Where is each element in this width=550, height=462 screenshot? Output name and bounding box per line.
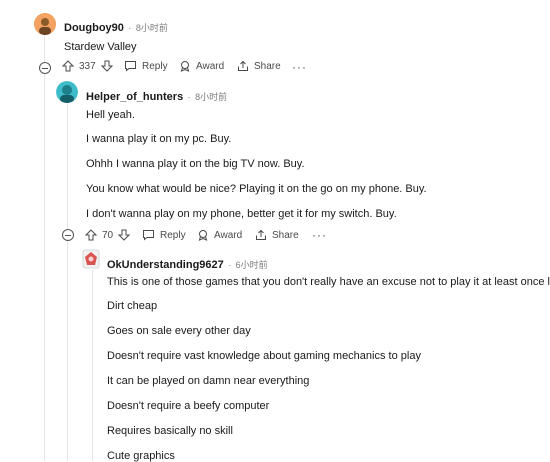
vote-controls: 70 [85,229,131,241]
collapse-thread-button[interactable] [62,229,74,241]
upvote-icon[interactable] [62,60,74,72]
comment-line: I wanna play it on my pc. Buy. [86,133,232,145]
reply-button[interactable]: Reply [142,229,186,241]
award-icon [198,230,208,241]
comment-author[interactable]: Dougboy90 · 8小时前 [64,18,168,36]
comment-line: Ohhh I wanna play it on the big TV now. … [86,158,305,170]
vote-controls: 337 [62,60,113,72]
avatar[interactable] [34,13,56,35]
user-avatar-icon [34,13,56,35]
separator-dot: · [187,92,191,102]
reply-icon [125,61,136,72]
award-icon [180,61,190,72]
comment-line: Cute graphics [107,450,175,462]
comment-line: It can be played on damn near everything [107,375,310,387]
user-avatar-icon [56,81,78,103]
comment-line: I don't wanna play on my phone, better g… [86,208,397,220]
thread-line-3 [92,266,93,461]
share-icon [238,60,248,71]
comment-timestamp: 6小时前 [235,260,268,270]
user-avatar-icon [82,249,100,269]
more-options-button[interactable]: ··· [312,228,327,242]
thread-line-1 [44,34,45,461]
collapse-thread-button[interactable] [39,62,51,74]
comment-line: Doesn't require a beefy computer [107,400,270,412]
comment-line: Dirt cheap [107,300,158,312]
award-button[interactable]: Award [197,229,242,241]
avatar[interactable] [80,248,102,270]
more-options-button[interactable]: ··· [292,60,307,74]
comment-line: Doesn't require vast knowledge about gam… [107,350,421,362]
comment-timestamp: 8小时前 [195,92,228,102]
comment-line: Requires basically no skill [107,425,233,437]
reply-icon [143,230,154,241]
comment-line: Goes on sale every other day [107,325,251,337]
comment-line: Hell yeah. [86,109,135,121]
vote-count: 337 [79,60,96,72]
share-button[interactable]: Share [237,60,281,72]
downvote-icon[interactable] [118,229,131,241]
avatar[interactable] [56,81,78,103]
separator-dot: · [228,260,232,270]
thread-line-2 [67,103,68,461]
upvote-icon[interactable] [85,229,97,241]
comment-author[interactable]: Helper_of_hunters · 8小时前 [86,87,227,105]
separator-dot: · [128,23,132,33]
share-icon [256,229,266,240]
downvote-icon[interactable] [100,60,113,72]
reply-button[interactable]: Reply [124,60,168,72]
vote-count: 70 [102,229,114,241]
comment-timestamp: 8小时前 [135,23,168,33]
comment-line: This is one of those games that you don'… [107,276,550,288]
comment-author[interactable]: OkUnderstanding9627 · 6小时前 [107,255,268,273]
award-button[interactable]: Award [179,60,224,72]
share-button[interactable]: Share [255,229,299,241]
comment-body: Stardew Valley [64,41,137,53]
comment-line: You know what would be nice? Playing it … [86,183,427,195]
